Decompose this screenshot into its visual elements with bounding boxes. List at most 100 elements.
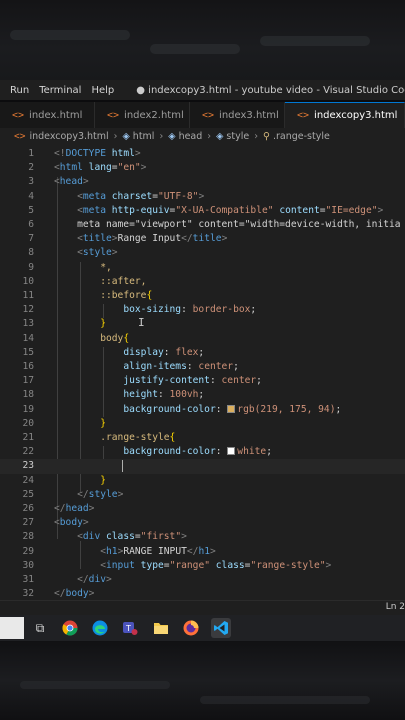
line-number: 31 [22,574,34,585]
code-line[interactable]: 13 } [0,317,405,331]
tab-indexcopy3-html[interactable]: <> indexcopy3.html ● [285,102,405,128]
code-line[interactable]: 9 *, [0,261,405,275]
menu-run[interactable]: Run [10,85,29,96]
cursor-position[interactable]: Ln 2 [386,602,405,612]
code-line[interactable]: 6 meta name="viewport" content="width=de… [0,218,405,232]
chrome-icon[interactable] [60,618,80,638]
firefox-icon[interactable] [181,618,201,638]
code-line[interactable]: 3 <head> [0,175,405,189]
code-text: </body> [54,588,95,600]
code-line[interactable]: 22 background-color: white; [0,445,405,459]
line-number: 16 [22,361,34,372]
blurred-top-area [0,0,405,80]
code-line[interactable]: 5 <meta http-equiv="X-UA-Compatible" con… [0,204,405,218]
task-view-icon[interactable]: ⧉ [30,618,50,638]
blurred-bottom-area [0,641,405,720]
breadcrumb-html[interactable]: html [133,131,155,142]
line-number: 15 [22,346,34,358]
element-icon: ◈ [122,130,130,142]
code-line[interactable]: 32 </body> [0,587,405,600]
code-text: body{ [100,332,130,344]
code-line[interactable]: 16 align-items: center; [0,360,405,374]
code-text: <meta charset="UTF-8"> [77,190,205,202]
breadcrumb-separator: › [254,130,258,142]
line-number: 9 [28,261,34,273]
code-line[interactable]: 26 </head> [0,502,405,516]
breadcrumb-style[interactable]: style [226,131,249,142]
code-line[interactable]: 25 </style> [0,488,405,502]
code-text: </head> [54,503,95,514]
code-line[interactable]: 4 <meta charset="UTF-8"> [0,190,405,204]
breadcrumb-separator: › [159,130,164,142]
code-line[interactable]: 24 } [0,474,405,488]
code-line[interactable]: 31 </div> [0,573,405,587]
code-line[interactable]: 10 ::after, [0,275,405,289]
tab-label: index2.html [124,109,184,121]
breadcrumb-separator: › [207,130,212,142]
code-text: <!DOCTYPE html> [54,148,141,159]
code-line[interactable]: 15 display: flex; [0,346,405,360]
line-number: 19 [22,403,34,415]
text-cursor [122,460,123,473]
file-explorer-icon[interactable] [151,618,171,638]
line-number: 11 [22,290,34,301]
tab-index2-html[interactable]: <> index2.html [95,102,190,128]
selector-icon: ⚲ [263,130,270,142]
menu-terminal[interactable]: Terminal [39,85,81,96]
line-number: 30 [22,559,34,571]
search-box[interactable] [0,617,24,639]
blur-smudge [10,30,130,40]
line-number: 2 [28,162,34,174]
windows-taskbar: ⧉ T [0,615,405,641]
breadcrumb: <> indexcopy3.html › ◈ html › ◈ head › ◈… [0,128,405,144]
menu-help[interactable]: Help [91,85,114,96]
code-line[interactable]: 14 body{ [0,332,405,346]
code-line[interactable]: 7 <title>Range Input</title> [0,232,405,246]
code-line[interactable]: 8 <style> [0,246,405,260]
tab-label: index3.html [219,109,279,121]
code-line[interactable]: 2 <html lang="en"> [0,161,405,175]
code-line[interactable]: 28 <div class="first"> [0,530,405,544]
blur-smudge [260,36,370,46]
code-editor[interactable]: 1 <!DOCTYPE html> 2 <html lang="en"> 3 <head>… [0,144,405,600]
code-text: display: flex; [123,346,205,358]
edge-icon[interactable] [90,618,110,638]
line-number: 22 [22,446,34,458]
code-line[interactable]: 18 height: 100vh; [0,388,405,402]
line-number: 3 [28,176,34,188]
html-file-icon: <> [14,130,26,142]
code-line[interactable]: 29 <h1>RANGE INPUT</h1> [0,545,405,559]
code-text: *, [100,261,112,273]
code-line[interactable]: 20 } [0,417,405,431]
code-line[interactable]: 19 background-color: rgb(219, 175, 94); [0,403,405,417]
vscode-icon[interactable] [211,618,231,638]
tab-index-html[interactable]: <> index.html [0,102,95,128]
line-number: 29 [22,545,34,557]
code-text: box-sizing: border-box; [123,304,257,316]
code-line[interactable]: 12 box-sizing: border-box; [0,303,405,317]
blur-smudge [150,44,240,54]
code-line[interactable]: 27 <body> [0,516,405,530]
element-icon: ◈ [168,130,176,142]
breadcrumb-file[interactable]: indexcopy3.html [29,131,108,142]
blur-smudge [20,681,170,689]
code-line[interactable]: 21 .range-style{ [0,431,405,445]
breadcrumb-head[interactable]: head [179,131,203,142]
breadcrumb-range-style[interactable]: .range-style [273,131,330,142]
line-number: 24 [22,474,34,486]
code-text: justify-content: center; [123,375,262,387]
code-line[interactable]: 11 ::before{ [0,289,405,303]
line-number: 27 [22,517,34,529]
line-number: 18 [22,389,34,401]
line-number: 13 [22,318,34,330]
code-line[interactable]: 1 <!DOCTYPE html> [0,147,405,161]
code-text: background-color: white; [123,446,272,458]
code-text: <meta http-equiv="X-UA-Compatible" conte… [77,204,384,216]
code-line[interactable]: 17 justify-content: center; [0,374,405,388]
code-line[interactable]: 30 <input type="range" class="range-styl… [0,559,405,573]
code-text: align-items: center; [123,361,239,372]
code-line[interactable]: 23 [0,459,405,474]
tab-index3-html[interactable]: <> index3.html [190,102,285,128]
html-file-icon: <> [12,109,25,121]
teams-icon[interactable]: T [120,618,140,638]
